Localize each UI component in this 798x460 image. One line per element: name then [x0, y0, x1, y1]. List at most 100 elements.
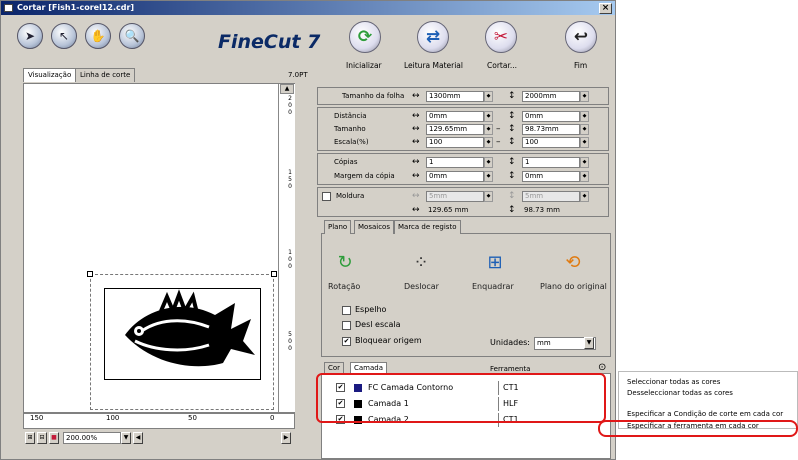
vertical-arrow-icon: ↕ [508, 137, 516, 147]
tab-cut-line[interactable]: Linha de corte [75, 68, 136, 82]
end-button[interactable]: Fim [574, 61, 587, 70]
fish-artwork[interactable] [104, 288, 261, 380]
frame-y-field[interactable]: 5mm [522, 191, 580, 202]
copies-x-field[interactable]: 1 [426, 157, 484, 168]
distance-x-field[interactable]: 0mm [426, 111, 484, 122]
fish-image [125, 289, 255, 367]
tab-preview[interactable]: Visualização [23, 68, 77, 82]
rotation-button[interactable]: Rotação [328, 282, 360, 291]
color-icon[interactable]: ■ [49, 432, 59, 444]
swap-icon[interactable]: ⇄ [417, 21, 449, 53]
link-icon[interactable]: – [496, 138, 501, 147]
cutter-icon[interactable]: ✂ [485, 21, 517, 53]
move-scale-checkbox[interactable] [342, 321, 351, 330]
units-label: Unidades: [490, 338, 530, 347]
scroll-right-button[interactable]: ▶ [281, 432, 291, 444]
copies-group: Cópias ↔ 1 ◆ ↕ 1 ◆ Margem da cópia ↔ 0mm… [317, 153, 609, 185]
cut-button[interactable]: Cortar... [487, 61, 517, 70]
preview-canvas[interactable]: ▲ 2 0 0 1 5 0 1 0 0 5 0 0 [23, 83, 295, 413]
initialize-button[interactable]: Inicializar [346, 61, 382, 70]
ruler-tick: 100 [106, 414, 120, 422]
menu-item-deselect-all[interactable]: Desseleccionar todas as cores [627, 389, 733, 397]
move-button[interactable]: Deslocar [404, 282, 439, 291]
zoom-select[interactable]: 200.00% [63, 432, 121, 444]
corner-handle[interactable] [271, 271, 277, 277]
spinner[interactable]: ◆ [484, 137, 493, 148]
hand-icon[interactable]: ✋ [85, 23, 111, 49]
fit-button[interactable]: Enquadrar [472, 282, 514, 291]
tab-tiles[interactable]: Mosaicos [354, 220, 394, 234]
arrow-node-icon[interactable]: ↖ [51, 23, 77, 49]
menu-item-select-all[interactable]: Seleccionar todas as cores [627, 378, 720, 386]
horizontal-arrow-icon: ↔ [412, 137, 420, 147]
scale-label: Escala(%) [334, 138, 369, 146]
spinner[interactable]: ◆ [484, 111, 493, 122]
spinner[interactable]: ◆ [484, 157, 493, 168]
original-plan-button[interactable]: Plano do original [540, 282, 607, 291]
size-width-field[interactable]: 129.65mm [426, 124, 484, 135]
zoom-icon[interactable]: 🔍 [119, 23, 145, 49]
read-material-button[interactable]: Leitura Material [404, 61, 463, 70]
copies-y-field[interactable]: 1 [522, 157, 580, 168]
title-bar: Cortar [Fish1-corel12.cdr] × [1, 1, 615, 15]
spinner[interactable]: ◆ [580, 191, 589, 202]
spinner[interactable]: ◆ [580, 137, 589, 148]
spinner[interactable]: ◆ [580, 91, 589, 102]
move-icon[interactable]: ⁘ [408, 250, 434, 276]
vertical-arrow-icon: ↕ [508, 91, 516, 101]
frame-x-field[interactable]: 5mm [426, 191, 484, 202]
distance-y-field[interactable]: 0mm [522, 111, 580, 122]
tab-register-mark[interactable]: Marca de registo [394, 220, 461, 234]
sheet-width-field[interactable]: 1300mm [426, 91, 484, 102]
sheet-size-group: Tamanho da folha ↔ 1300mm ◆ ↕ 2000mm ◆ [317, 87, 609, 105]
spinner[interactable]: ◆ [484, 191, 493, 202]
vertical-ruler: ▲ 2 0 0 1 5 0 1 0 0 5 0 0 [278, 84, 295, 412]
frame-checkbox[interactable] [322, 192, 331, 201]
frame-group: Moldura ↔ 5mm ◆ ↕ 5mm ◆ ↔ 129.65 mm ↕ 98… [317, 187, 609, 217]
margin-x-field[interactable]: 0mm [426, 171, 484, 182]
mirror-checkbox[interactable] [342, 306, 351, 315]
link-icon[interactable]: – [496, 125, 501, 134]
status-bar: ⊞ ⊟ ■ 200.00% ▼ ◀ ▶ [23, 431, 295, 445]
toolbar: ➤ ↖ ✋ 🔍 FineCut 7 ⟳ Inicializar ⇄ Leitur… [1, 15, 615, 70]
spinner[interactable]: ◆ [580, 157, 589, 168]
spinner[interactable]: ◆ [580, 124, 589, 135]
fit-page-icon[interactable]: ⊟ [37, 432, 47, 444]
scale-y-field[interactable]: 100 [522, 137, 580, 148]
menu-item-cut-condition[interactable]: Especificar a Condição de corte em cada … [627, 410, 783, 418]
distance-label: Distância [334, 112, 367, 120]
ruler-tick: 0 [288, 345, 292, 352]
rotate-icon[interactable]: ↻ [332, 250, 358, 276]
chevron-down-icon[interactable]: ▼ [584, 337, 594, 349]
refresh-icon[interactable]: ⟳ [349, 21, 381, 53]
corner-handle[interactable] [87, 271, 93, 277]
margin-y-field[interactable]: 0mm [522, 171, 580, 182]
return-icon[interactable]: ↩ [565, 21, 597, 53]
scale-x-field[interactable]: 100 [426, 137, 484, 148]
window-icon [4, 4, 13, 12]
version-label: 7.0PT [288, 71, 308, 79]
original-plan-icon[interactable]: ⟲ [560, 250, 586, 276]
scroll-up-button[interactable]: ▲ [280, 84, 294, 94]
horizontal-arrow-icon: ↔ [412, 111, 420, 121]
menu-arrow-icon[interactable]: ⊙ [598, 362, 606, 373]
scroll-left-button[interactable]: ◀ [133, 432, 143, 444]
total-width: 129.65 mm [428, 206, 469, 214]
spinner[interactable]: ◆ [484, 91, 493, 102]
arrow-select-icon[interactable]: ➤ [17, 23, 43, 49]
tab-plan[interactable]: Plano [324, 220, 352, 234]
horizontal-arrow-icon: ↔ [412, 157, 420, 167]
close-button[interactable]: × [599, 3, 612, 14]
spinner[interactable]: ◆ [580, 171, 589, 182]
sheet-height-field[interactable]: 2000mm [522, 91, 580, 102]
fit-icon[interactable]: ⊞ [482, 250, 508, 276]
lock-origin-checkbox[interactable]: ✔ [342, 337, 351, 346]
grid-icon[interactable]: ⊞ [25, 432, 35, 444]
size-height-field[interactable]: 98.73mm [522, 124, 580, 135]
horizontal-arrow-icon: ↔ [412, 191, 420, 201]
spinner[interactable]: ◆ [580, 111, 589, 122]
chevron-down-icon[interactable]: ▼ [121, 432, 131, 444]
spinner[interactable]: ◆ [484, 171, 493, 182]
highlight-menu-item [598, 420, 798, 437]
spinner[interactable]: ◆ [484, 124, 493, 135]
